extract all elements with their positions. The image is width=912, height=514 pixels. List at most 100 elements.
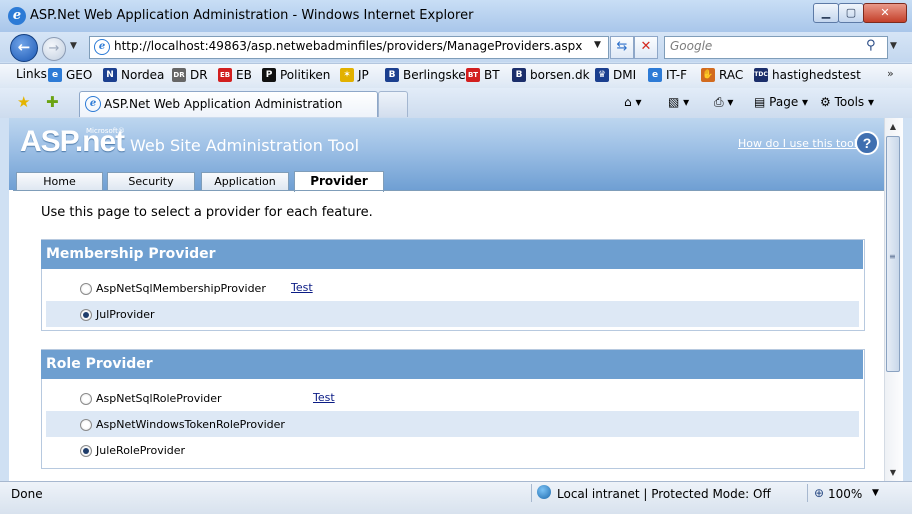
link-item-hastighedstest[interactable]: TDC hastighedstest bbox=[754, 67, 861, 83]
tab-application[interactable]: Application bbox=[201, 172, 289, 191]
link-label: DMI bbox=[613, 68, 637, 82]
help-icon[interactable]: ? bbox=[855, 131, 879, 155]
tab-provider[interactable]: Provider bbox=[294, 171, 384, 192]
help-link[interactable]: How do I use this tool? bbox=[738, 137, 863, 150]
tools-menu-label: Tools bbox=[834, 95, 865, 109]
ie-logo-icon: e bbox=[8, 7, 26, 25]
link-item-rac[interactable]: ✋ RAC bbox=[701, 67, 743, 83]
link-label: DR bbox=[190, 68, 208, 82]
microsoft-trademark: Microsoft® bbox=[86, 127, 125, 135]
gear-icon: ⚙ bbox=[820, 95, 831, 109]
maximize-button[interactable]: ▢ bbox=[838, 3, 864, 23]
back-button[interactable]: ← bbox=[10, 34, 38, 62]
scroll-up-button[interactable]: ▲ bbox=[886, 120, 900, 134]
link-label: borsen.dk bbox=[530, 68, 590, 82]
link-item-eb[interactable]: EB EB bbox=[218, 67, 252, 83]
link-item-bt[interactable]: BT BT bbox=[466, 67, 500, 83]
radio-juleroleprovider[interactable] bbox=[80, 445, 92, 457]
site-title: Web Site Administration Tool bbox=[130, 136, 360, 155]
link-label: hastighedstest bbox=[772, 68, 861, 82]
zoom-dropdown[interactable]: ▼ bbox=[872, 488, 879, 498]
dr-icon: DR bbox=[172, 68, 186, 82]
borsen-icon: B bbox=[512, 68, 526, 82]
recent-pages-dropdown[interactable]: ▼ bbox=[70, 41, 77, 51]
link-item-itf[interactable]: e IT-F bbox=[648, 67, 687, 83]
hand-icon: ✋ bbox=[701, 68, 715, 82]
ie-page-icon: e bbox=[48, 68, 62, 82]
rss-feed-icon: ▧ bbox=[668, 95, 680, 109]
membership-heading: Membership Provider bbox=[41, 240, 863, 269]
tab-page-icon: e bbox=[85, 96, 101, 112]
stop-button[interactable]: ✕ bbox=[634, 36, 658, 59]
page-icon: ▤ bbox=[754, 95, 766, 109]
link-item-berlingske[interactable]: B Berlingske bbox=[385, 67, 466, 83]
status-separator bbox=[807, 484, 808, 502]
provider-label: AspNetSqlRoleProvider bbox=[96, 392, 222, 405]
window-title: ASP.Net Web Application Administration -… bbox=[30, 8, 474, 23]
link-label: IT-F bbox=[666, 68, 687, 82]
link-label: JP bbox=[358, 68, 369, 82]
link-item-dr[interactable]: DR DR bbox=[172, 67, 208, 83]
search-icon[interactable]: ⚲ bbox=[866, 38, 876, 53]
link-item-politiken[interactable]: P Politiken bbox=[262, 67, 330, 83]
minimize-button[interactable]: ▁ bbox=[813, 3, 839, 23]
arrow-left-icon: ← bbox=[17, 38, 31, 56]
refresh-icon: ⇆ bbox=[616, 39, 628, 54]
berlingske-icon: B bbox=[385, 68, 399, 82]
membership-row-selected bbox=[46, 301, 859, 327]
politiken-icon: P bbox=[262, 68, 276, 82]
feeds-button[interactable]: ▧ ▾ bbox=[668, 95, 689, 109]
printer-icon: ⎙ bbox=[714, 95, 724, 109]
page-icon: e bbox=[94, 39, 110, 55]
search-input[interactable]: Google bbox=[670, 39, 712, 53]
page-menu[interactable]: ▤ Page ▾ bbox=[754, 95, 808, 109]
jp-icon: ✶ bbox=[340, 68, 354, 82]
test-role-link[interactable]: Test bbox=[313, 391, 335, 404]
links-label: Links bbox=[16, 67, 47, 81]
link-label: Nordea bbox=[121, 68, 165, 82]
search-dropdown[interactable]: ▼ bbox=[890, 41, 897, 51]
tab-divider bbox=[13, 190, 884, 191]
link-item-borsen[interactable]: Bborsen.dk bbox=[512, 67, 590, 83]
refresh-button[interactable]: ⇆ bbox=[610, 36, 634, 59]
provider-label: JulProvider bbox=[96, 308, 155, 321]
home-icon: ⌂ bbox=[624, 95, 632, 109]
tab-home[interactable]: Home bbox=[16, 172, 103, 191]
home-button[interactable]: ⌂ ▾ bbox=[624, 95, 641, 109]
address-input[interactable]: http://localhost:49863/asp.netwebadminfi… bbox=[114, 39, 582, 53]
tab-security[interactable]: Security bbox=[107, 172, 195, 191]
radio-aspnetwindowstokenroleprovider[interactable] bbox=[80, 419, 92, 431]
nordea-icon: N bbox=[103, 68, 117, 82]
close-button[interactable]: ✕ bbox=[863, 3, 907, 23]
radio-aspnetsqlmembershipprovider[interactable] bbox=[80, 283, 92, 295]
status-bar bbox=[0, 481, 912, 514]
zoom-icon: ⊕ bbox=[814, 486, 825, 500]
zoom-level[interactable]: 100% bbox=[828, 487, 862, 501]
eb-icon: EB bbox=[218, 68, 232, 82]
links-overflow-button[interactable]: » bbox=[887, 67, 894, 80]
role-heading: Role Provider bbox=[41, 350, 863, 379]
link-item-jp[interactable]: ✶ JP bbox=[340, 67, 369, 83]
forward-button[interactable]: → bbox=[42, 37, 66, 61]
globe-icon bbox=[537, 485, 551, 499]
radio-julprovider[interactable] bbox=[80, 309, 92, 321]
arrow-right-icon: → bbox=[48, 41, 60, 56]
link-item-nordea[interactable]: N Nordea bbox=[103, 67, 164, 83]
scroll-down-button[interactable]: ▼ bbox=[886, 466, 900, 480]
new-tab-button[interactable] bbox=[378, 91, 408, 117]
favorites-star-icon[interactable]: ★ bbox=[17, 93, 30, 111]
link-item-geo[interactable]: e GEO bbox=[48, 67, 92, 83]
link-label: GEO bbox=[66, 68, 93, 82]
radio-aspnetsqlroleprovider[interactable] bbox=[80, 393, 92, 405]
tools-menu[interactable]: ⚙ Tools ▾ bbox=[820, 95, 874, 109]
link-item-dmi[interactable]: ♛ DMI bbox=[595, 67, 636, 83]
bt-icon: BT bbox=[466, 68, 480, 82]
test-membership-link[interactable]: Test bbox=[291, 281, 313, 294]
tdc-icon: TDC bbox=[754, 68, 768, 82]
provider-label: AspNetSqlMembershipProvider bbox=[96, 282, 266, 295]
print-button[interactable]: ⎙ ▾ bbox=[714, 95, 733, 110]
security-zone[interactable]: Local intranet | Protected Mode: Off bbox=[557, 487, 771, 501]
add-favorites-icon[interactable]: ✚ bbox=[46, 93, 59, 111]
address-dropdown[interactable]: ▼ bbox=[594, 40, 601, 50]
link-label: BT bbox=[484, 68, 500, 82]
